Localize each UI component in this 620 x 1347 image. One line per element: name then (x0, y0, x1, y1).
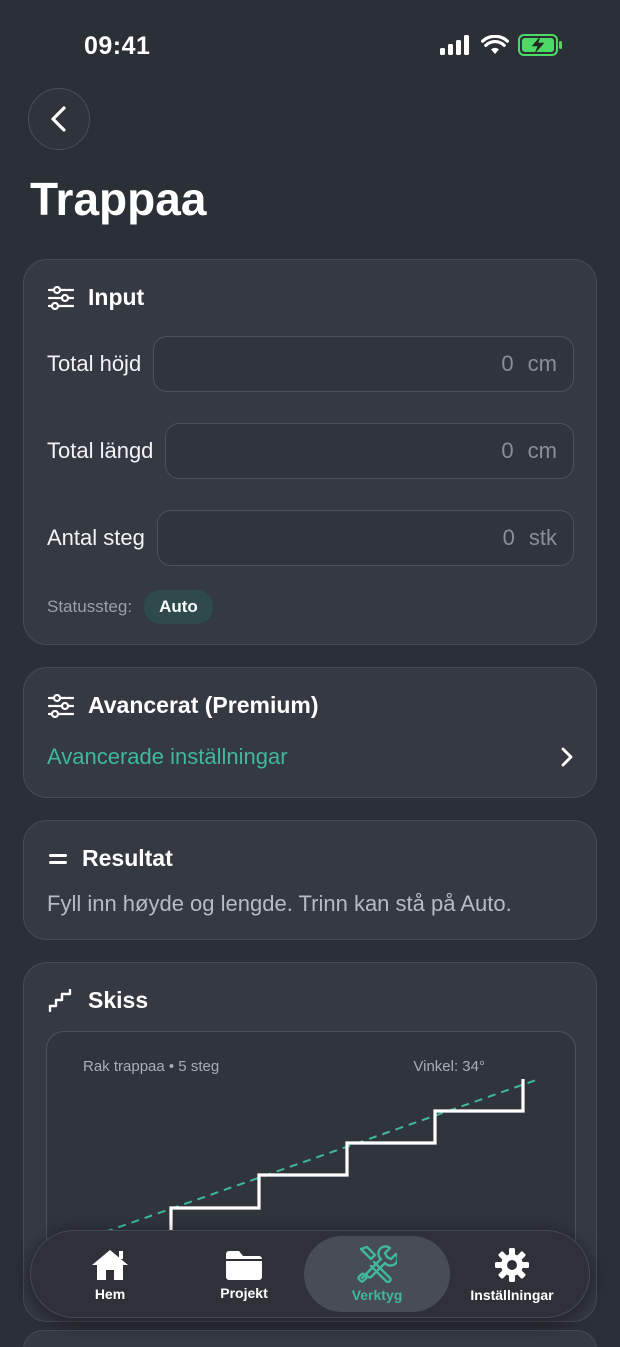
tab-projects[interactable]: Projekt (177, 1231, 311, 1319)
total-height-unit: cm (527, 351, 557, 376)
stair-steps (169, 1079, 525, 1232)
step-count-unit: stk (528, 525, 557, 550)
advanced-card-title: Avancerat (Premium) (88, 692, 319, 718)
total-height-input[interactable]: 0 cm (153, 336, 574, 392)
wifi-icon (481, 35, 509, 54)
advanced-settings-link[interactable]: Avancerade inställningar (47, 744, 288, 770)
tab-bar: Hem Projekt Verktyg Inställningar (30, 1230, 590, 1318)
result-card: Resultat Fyll inn høyde og lengde. Trinn… (23, 820, 597, 940)
total-height-value: 0 (501, 351, 514, 376)
status-bar: 09:41 (0, 0, 620, 90)
status-time: 09:41 (84, 32, 151, 60)
input-card-title: Input (88, 284, 145, 310)
equals-icon (49, 853, 67, 864)
status-icons (440, 34, 564, 56)
tools-icon (357, 1245, 397, 1283)
step-count-input[interactable]: 0 stk (156, 510, 574, 566)
step-count-value: 0 (502, 525, 515, 550)
advanced-card-header: Avancerat (Premium) (48, 692, 319, 719)
sketch-card-title: Skiss (88, 987, 149, 1013)
tab-settings-label: Inställningar (470, 1287, 554, 1303)
step-count-label: Antal steg (47, 525, 145, 550)
sliders-icon (48, 285, 74, 310)
result-card-header: Resultat (48, 845, 173, 872)
total-height-label: Total höjd (47, 351, 142, 376)
total-length-unit: cm (527, 438, 557, 463)
result-text: Fyll inn høyde og lengde. Trinn kan stå … (47, 891, 512, 916)
total-length-label: Total längd (47, 438, 154, 463)
step-count-row: Antal steg 0 stk (47, 510, 574, 566)
status-step-label: Statussteg: (47, 597, 133, 616)
status-row: Statussteg: Auto (47, 590, 213, 624)
tab-tools-label: Verktyg (351, 1287, 403, 1303)
gear-icon (495, 1248, 529, 1282)
tab-projects-label: Projekt (220, 1285, 268, 1301)
stairs-icon (48, 988, 72, 1012)
back-button[interactable] (28, 88, 90, 150)
page-title: Trappaa (30, 173, 207, 225)
tab-home[interactable]: Hem (43, 1231, 177, 1319)
chevron-right-icon (561, 747, 573, 767)
total-length-row: Total längd 0 cm (47, 423, 574, 479)
tab-settings[interactable]: Inställningar (445, 1231, 579, 1319)
auto-badge[interactable]: Auto (144, 590, 213, 624)
tab-home-label: Hem (94, 1286, 126, 1302)
total-height-row: Total höjd 0 cm (47, 336, 574, 392)
chevron-left-icon (51, 106, 66, 132)
result-card-title: Resultat (82, 845, 173, 871)
house-icon (92, 1250, 128, 1280)
total-length-value: 0 (501, 438, 514, 463)
sliders-icon (48, 693, 74, 718)
input-card-header: Input (48, 284, 144, 311)
sketch-card-header: Skiss (48, 987, 148, 1014)
cellular-signal-icon (440, 35, 469, 55)
tab-tools[interactable]: Verktyg (304, 1236, 450, 1312)
folder-icon (226, 1251, 262, 1280)
total-length-input[interactable]: 0 cm (165, 423, 574, 479)
input-card: Input Total höjd 0 cm Total längd 0 cm A… (23, 259, 597, 645)
advanced-card[interactable]: Avancerat (Premium) Avancerade inställni… (23, 667, 597, 798)
battery-charging-icon (518, 34, 562, 56)
next-card-peek (23, 1330, 597, 1347)
